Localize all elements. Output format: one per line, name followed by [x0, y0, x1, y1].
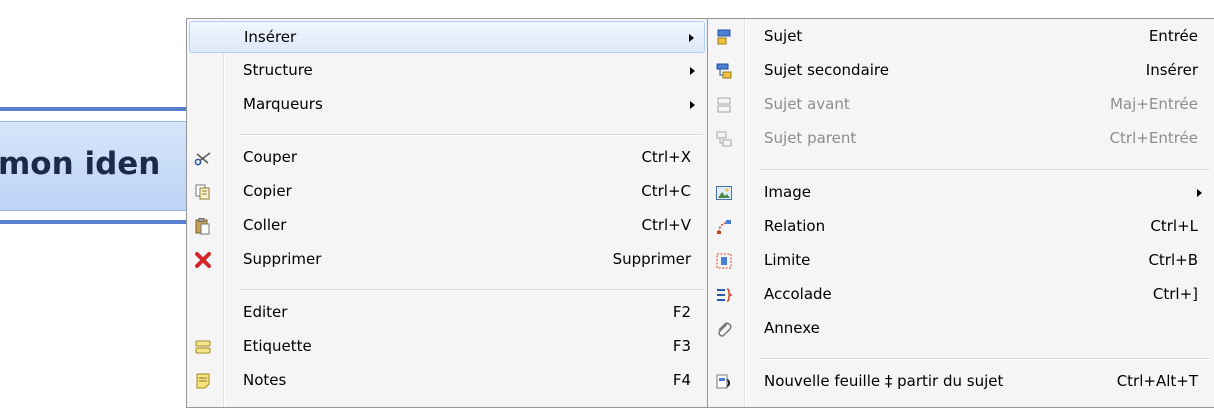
menu-item-label: Structure — [243, 61, 313, 79]
new-sheet-icon — [716, 374, 730, 389]
submenu-item-sujet-parent[interactable]: Sujet parent Ctrl+Entrée — [710, 123, 1212, 155]
submenu-item-accolade[interactable]: Accolade Ctrl+] — [710, 279, 1212, 311]
image-icon — [716, 186, 732, 200]
topic-before-icon — [717, 97, 731, 113]
submenu-item-sujet[interactable]: Sujet Entrée — [710, 21, 1212, 53]
copy-icon — [195, 184, 210, 200]
context-menu: Insérer Structure Marqueurs Couper Ctrl+… — [186, 18, 708, 408]
submenu-item-limite[interactable]: Limite Ctrl+B — [710, 245, 1212, 277]
menu-item-label: Image — [764, 183, 811, 201]
menu-item-marqueurs[interactable]: Marqueurs — [189, 89, 705, 121]
submenu-arrow-icon — [690, 67, 695, 75]
menu-separator — [239, 134, 703, 136]
menu-item-couper[interactable]: Couper Ctrl+X — [189, 142, 705, 174]
menu-item-label: Sujet — [764, 27, 803, 45]
menu-item-label: Sujet secondaire — [764, 61, 889, 79]
menu-item-shortcut: Ctrl+V — [641, 216, 691, 234]
topic-connector-line — [0, 220, 186, 224]
scissors-icon — [194, 152, 211, 166]
submenu-item-relation[interactable]: Relation Ctrl+L — [710, 211, 1212, 243]
menu-item-inserer[interactable]: Insérer — [189, 21, 705, 53]
menu-separator — [760, 358, 1210, 360]
menu-item-label: Etiquette — [243, 337, 312, 355]
menu-item-label: Annexe — [764, 319, 820, 337]
menu-item-shortcut: Ctrl+] — [1152, 285, 1198, 303]
menu-item-label: Supprimer — [243, 250, 322, 268]
menu-item-label: Relation — [764, 217, 826, 235]
menu-item-label: Sujet parent — [764, 129, 857, 147]
menu-item-label: Coller — [243, 216, 287, 234]
central-topic-node[interactable]: mon iden — [0, 121, 186, 211]
label-icon — [195, 340, 211, 354]
insert-submenu: Sujet Entrée Sujet secondaire Insérer Su… — [707, 18, 1214, 408]
delete-x-icon — [195, 252, 211, 268]
menu-item-label: Editer — [243, 303, 288, 321]
menu-item-shortcut: Maj+Entrée — [1109, 95, 1198, 113]
menu-item-label: Accolade — [764, 285, 832, 303]
submenu-item-annexe[interactable]: Annexe — [710, 313, 1212, 345]
menu-item-label: Nouvelle feuille ‡ partir du sujet — [764, 372, 1004, 390]
menu-item-notes[interactable]: Notes F4 — [189, 365, 705, 397]
menu-item-label: Couper — [243, 148, 298, 166]
menu-item-shortcut: F4 — [672, 371, 691, 389]
menu-item-label: Marqueurs — [243, 95, 323, 113]
menu-item-shortcut: F3 — [672, 337, 691, 355]
summary-brace-icon — [717, 288, 733, 302]
submenu-item-image[interactable]: Image — [710, 177, 1212, 209]
topic-connector-line — [0, 107, 186, 111]
menu-item-shortcut: Ctrl+Entrée — [1109, 129, 1198, 147]
boundary-icon — [716, 253, 732, 269]
menu-item-structure[interactable]: Structure — [189, 55, 705, 87]
submenu-item-sujet-avant[interactable]: Sujet avant Maj+Entrée — [710, 89, 1212, 121]
menu-item-coller[interactable]: Coller Ctrl+V — [189, 210, 705, 242]
menu-item-label: Insérer — [244, 28, 297, 46]
menu-item-shortcut: Supprimer — [612, 250, 691, 268]
submenu-item-sujet-secondaire[interactable]: Sujet secondaire Insérer — [710, 55, 1212, 87]
subtopic-icon — [716, 63, 732, 79]
menu-item-shortcut: Ctrl+B — [1148, 251, 1198, 269]
parent-topic-icon — [716, 131, 732, 147]
menu-item-etiquette[interactable]: Etiquette F3 — [189, 331, 705, 363]
menu-item-shortcut: F2 — [672, 303, 691, 321]
menu-item-shortcut: Entrée — [1148, 27, 1198, 45]
background-topic: mon iden — [0, 107, 186, 229]
menu-item-label: Sujet avant — [764, 95, 850, 113]
menu-item-label: Limite — [764, 251, 811, 269]
menu-item-copier[interactable]: Copier Ctrl+C — [189, 176, 705, 208]
menu-item-shortcut: Ctrl+X — [641, 148, 691, 166]
menu-separator — [760, 169, 1210, 171]
submenu-item-nouvelle-feuille[interactable]: Nouvelle feuille ‡ partir du sujet Ctrl+… — [710, 366, 1212, 398]
menu-item-shortcut: Insérer — [1145, 61, 1198, 79]
menu-item-shortcut: Ctrl+Alt+T — [1116, 372, 1198, 390]
submenu-arrow-icon — [689, 34, 694, 42]
relationship-icon — [717, 220, 731, 234]
menu-item-label: Notes — [243, 371, 287, 389]
paperclip-icon — [718, 322, 732, 337]
menu-item-label: Copier — [243, 182, 292, 200]
submenu-arrow-icon — [690, 101, 695, 109]
menu-item-shortcut: Ctrl+C — [641, 182, 691, 200]
topic-icon — [717, 29, 731, 45]
menu-item-supprimer[interactable]: Supprimer Supprimer — [189, 244, 705, 276]
topic-text: mon iden — [0, 146, 161, 182]
submenu-arrow-icon — [1197, 189, 1202, 197]
paste-icon — [195, 218, 210, 235]
menu-separator — [239, 289, 703, 291]
notes-icon — [196, 373, 210, 389]
menu-item-shortcut: Ctrl+L — [1150, 217, 1198, 235]
menu-item-editer[interactable]: Editer F2 — [189, 297, 705, 329]
